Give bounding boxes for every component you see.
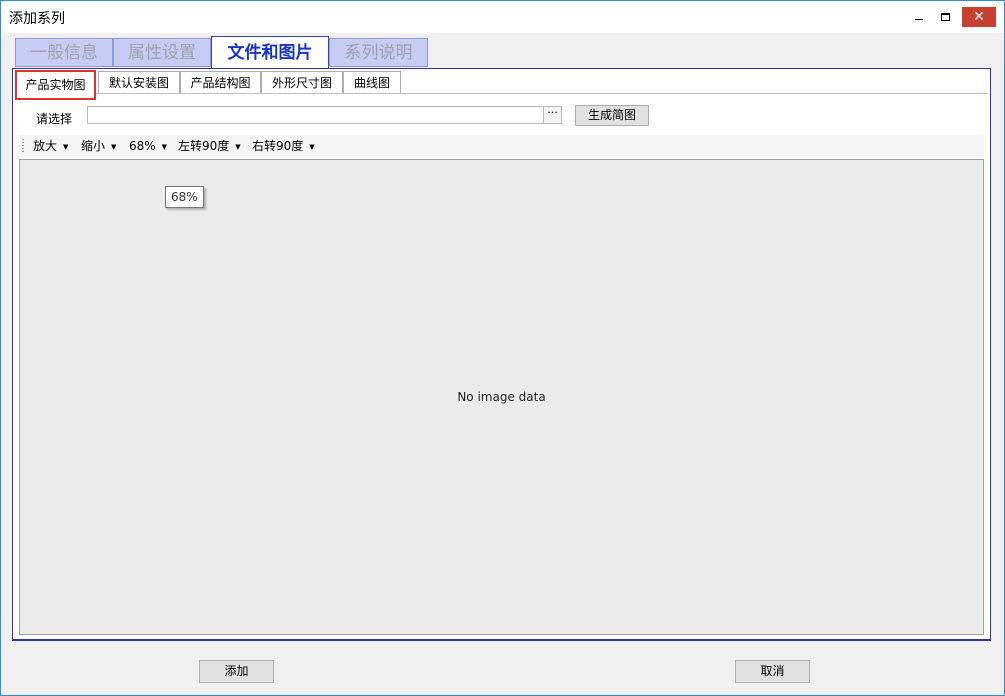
maximize-button[interactable] <box>931 7 959 27</box>
dropdown-arrow-icon: ▼ <box>63 142 69 151</box>
dropdown-arrow-icon: ▼ <box>235 142 241 151</box>
browse-button[interactable]: ··· <box>543 106 562 124</box>
minimize-icon <box>915 19 923 20</box>
zoom-tooltip: 68% <box>165 186 204 208</box>
subtab-product-photo[interactable]: 产品实物图 <box>15 70 96 100</box>
dropdown-arrow-icon: ▼ <box>111 142 117 151</box>
maximize-icon <box>940 13 950 21</box>
close-button[interactable]: ✕ <box>962 7 996 27</box>
add-series-window: 添加系列 ✕ 一般信息 属性设置 文件和图片 系列说明 产品实物图 默认安装图 … <box>0 0 1005 696</box>
subtab-default-installation[interactable]: 默认安装图 <box>98 71 180 93</box>
zoom-out-button[interactable]: 缩小 ▼ <box>81 138 116 155</box>
title-bar[interactable]: 添加系列 ✕ <box>1 1 1004 33</box>
rotate-left-button[interactable]: 左转90度 ▼ <box>178 138 241 155</box>
dropdown-arrow-icon: ▼ <box>309 142 315 151</box>
zoom-level-value: 68% <box>129 139 156 153</box>
rotate-right-button[interactable]: 右转90度 ▼ <box>252 138 315 155</box>
window-title: 添加系列 <box>9 11 65 27</box>
rotate-right-label: 右转90度 <box>252 139 304 153</box>
subtab-curve[interactable]: 曲线图 <box>343 71 401 93</box>
add-button[interactable]: 添加 <box>199 660 274 683</box>
zoom-in-label: 放大 <box>33 139 58 153</box>
generate-thumbnail-button[interactable]: 生成简图 <box>575 105 649 126</box>
rotate-left-label: 左转90度 <box>178 139 230 153</box>
minimize-button[interactable] <box>905 7 933 27</box>
tab-series-description[interactable]: 系列说明 <box>329 38 428 67</box>
tab-general-info[interactable]: 一般信息 <box>15 38 113 67</box>
image-toolbar: 放大 ▼ 缩小 ▼ 68% ▼ 左转90度 ▼ 右转90度 ▼ <box>18 135 984 157</box>
cancel-button[interactable]: 取消 <box>735 660 810 683</box>
subtab-product-structure[interactable]: 产品结构图 <box>180 71 261 93</box>
toolbar-grip[interactable] <box>22 139 24 153</box>
files-images-panel: 产品实物图 默认安装图 产品结构图 外形尺寸图 曲线图 请选择 ··· 生成简图… <box>12 68 991 641</box>
tab-files-and-images[interactable]: 文件和图片 <box>211 36 329 69</box>
image-viewer[interactable]: 68% No image data <box>19 159 984 635</box>
no-image-message: No image data <box>457 390 546 404</box>
close-icon: ✕ <box>973 9 985 25</box>
file-path-input[interactable] <box>87 106 544 124</box>
zoom-in-button[interactable]: 放大 ▼ <box>33 138 68 155</box>
subtab-divider <box>15 93 988 94</box>
file-select-label: 请选择 <box>36 112 73 126</box>
zoom-level-dropdown[interactable]: 68% ▼ <box>129 138 167 155</box>
dropdown-arrow-icon: ▼ <box>161 142 168 151</box>
subtab-outline-dimensions[interactable]: 外形尺寸图 <box>261 71 343 93</box>
tab-attribute-settings[interactable]: 属性设置 <box>113 38 211 67</box>
zoom-out-label: 缩小 <box>81 139 106 153</box>
